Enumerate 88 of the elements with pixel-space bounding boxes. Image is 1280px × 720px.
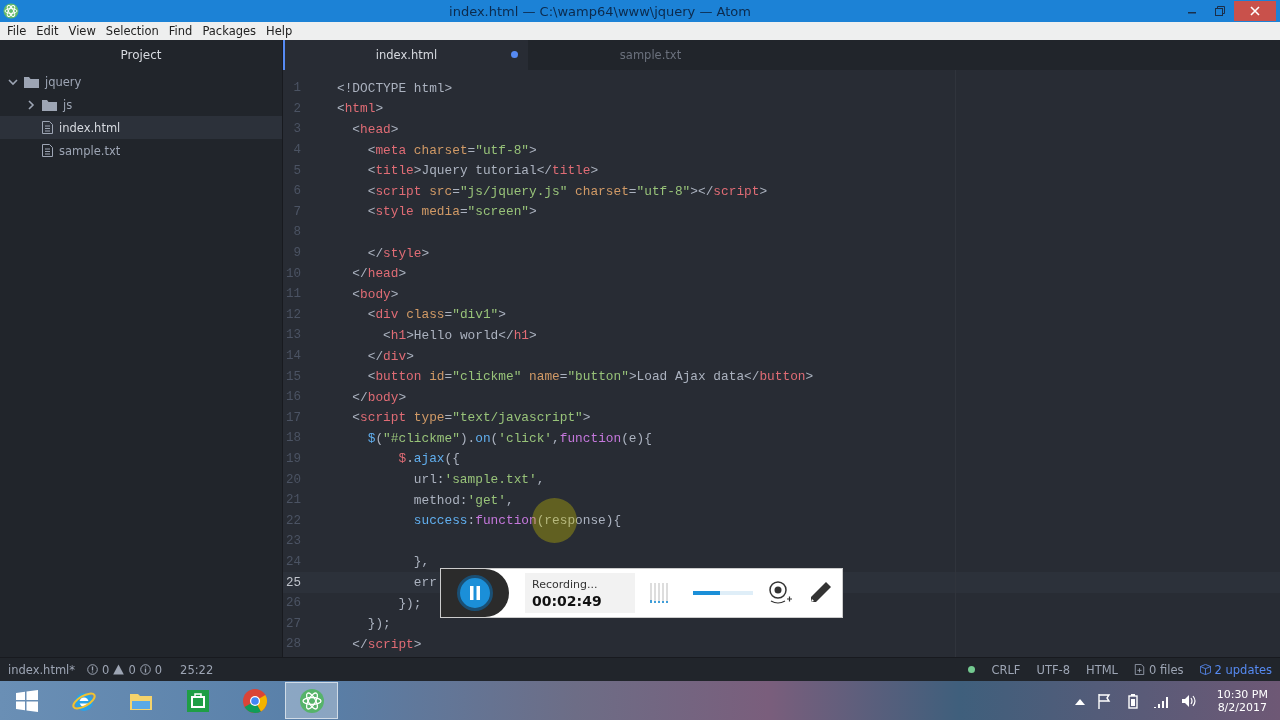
code-line: $.ajax({ xyxy=(397,451,460,467)
code-line: success:function(response){ xyxy=(412,513,622,529)
code-line: </body> xyxy=(351,389,407,405)
pause-icon xyxy=(469,586,481,600)
file-icon xyxy=(1134,664,1146,675)
taskbar-app-button[interactable] xyxy=(285,682,338,719)
tree-label: sample.txt xyxy=(59,143,121,158)
code-line: }); xyxy=(366,616,391,632)
code-line: url:'sample.txt', xyxy=(412,472,545,488)
tree-item[interactable]: index.html xyxy=(0,116,282,139)
code-line: $("#clickme").on('click',function(e){ xyxy=(366,430,652,446)
info-icon xyxy=(139,664,151,675)
grammar[interactable]: HTML xyxy=(1086,662,1119,677)
menu-item[interactable]: Edit xyxy=(31,24,64,38)
tree-item[interactable]: jquery xyxy=(0,70,282,93)
menu-item[interactable]: Packages xyxy=(197,24,262,38)
tree-item[interactable]: sample.txt xyxy=(0,139,282,162)
clock-time: 10:30 PM xyxy=(1216,687,1268,701)
code-line: }); xyxy=(397,595,422,611)
code-line: <head> xyxy=(351,122,399,137)
warning-count: 0 xyxy=(128,662,136,677)
tree-item[interactable]: js xyxy=(0,93,282,116)
close-icon xyxy=(1250,6,1260,16)
windows-logo-icon xyxy=(14,688,39,713)
code-line: </script> xyxy=(351,636,422,652)
code-line: <!DOCTYPE html> xyxy=(336,80,453,96)
tree-label: jquery xyxy=(45,74,82,89)
close-button[interactable] xyxy=(1234,1,1276,21)
window-title: index.html — C:\wamp64\www\jquery — Atom xyxy=(448,3,752,19)
folder-icon xyxy=(24,75,39,88)
chevron-down-icon xyxy=(8,76,18,87)
error-count: 0 xyxy=(102,662,110,677)
code-line: <button id="clickme" name="button">Load Ajax data</button> xyxy=(366,369,814,385)
code-line: <div class="div1"> xyxy=(366,307,506,323)
menu-item[interactable]: Help xyxy=(261,24,298,38)
code-line: <h1>Hello world</h1> xyxy=(382,327,537,343)
warning-icon xyxy=(113,664,125,675)
cursor-position[interactable]: 25:22 xyxy=(180,662,214,677)
git-files[interactable]: 0 files xyxy=(1149,662,1184,677)
file-name[interactable]: index.html* xyxy=(8,662,76,677)
colored-circle-icon xyxy=(241,687,268,714)
line-ending[interactable]: CRLF xyxy=(991,662,1021,677)
menu-item[interactable]: Selection xyxy=(100,24,164,38)
restore-icon xyxy=(1215,6,1225,16)
code-line: method:'get', xyxy=(412,492,514,508)
atom-icon xyxy=(3,3,19,19)
volume-slider[interactable] xyxy=(693,591,753,595)
status-dot xyxy=(968,666,976,673)
flag-icon[interactable] xyxy=(1096,692,1113,709)
code-line: <html> xyxy=(336,101,384,117)
info-count: 0 xyxy=(154,662,163,677)
clock-date: 8/2/2017 xyxy=(1217,700,1268,714)
line-number: 25 xyxy=(286,575,301,590)
code-line: <title>Jquery tutorial</title> xyxy=(366,163,599,179)
menu-item[interactable]: View xyxy=(63,24,101,38)
modified-dot xyxy=(511,51,518,58)
atom-icon xyxy=(298,687,325,714)
file-icon xyxy=(42,144,53,157)
error-icon xyxy=(87,664,99,675)
pause-button[interactable] xyxy=(457,575,493,611)
file-icon xyxy=(42,121,53,134)
folder-icon xyxy=(42,98,57,111)
package-icon xyxy=(1199,664,1211,675)
code-line: </head> xyxy=(351,266,407,282)
webcam-icon[interactable] xyxy=(767,580,793,606)
code-line: <script type="text/javascript"> xyxy=(351,410,591,426)
audio-meter-icon xyxy=(649,582,669,604)
clock[interactable]: 10:30 PM 8/2/2017 xyxy=(1216,687,1268,714)
code-line: <script src="js/jquery.js" charset="utf-8"></script> xyxy=(366,183,768,199)
code-line: <style media="screen"> xyxy=(366,204,537,220)
menu-item[interactable]: File xyxy=(2,24,32,38)
encoding[interactable]: UTF-8 xyxy=(1036,662,1070,677)
panel-title: Project xyxy=(119,47,163,64)
tree-label: js xyxy=(63,97,73,112)
recording-timer: 00:02:49 xyxy=(532,592,603,609)
recording-status: Recording... xyxy=(532,577,599,591)
code-line: }, xyxy=(412,554,430,570)
code-line: </style> xyxy=(366,245,430,261)
menu-item[interactable]: Find xyxy=(163,24,198,38)
updates-link[interactable]: 2 updates xyxy=(1214,662,1272,677)
code-line: <body> xyxy=(351,286,399,302)
editor-tab[interactable]: index.html xyxy=(283,40,528,70)
code-line: <meta charset="utf-8"> xyxy=(366,142,537,158)
code-line: err xyxy=(412,575,437,591)
shopping-bag-icon xyxy=(184,687,211,714)
chevron-right-icon xyxy=(26,99,36,110)
code-line: </div> xyxy=(366,348,414,364)
tree-label: index.html xyxy=(59,120,121,135)
